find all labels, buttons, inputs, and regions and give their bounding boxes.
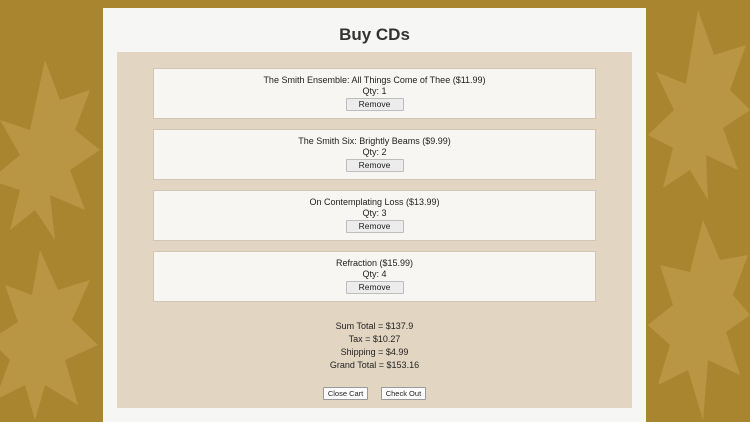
remove-button[interactable]: Remove (345, 281, 404, 294)
cart-item-qty: Qty: 4 (362, 269, 387, 279)
check-out-button[interactable]: Check Out (380, 387, 427, 400)
cart-item-name: The Smith Ensemble: All Things Come of T… (263, 75, 486, 85)
background-leaf-left-icon (0, 60, 100, 420)
grand-total: Grand Total = $153.16 (329, 360, 420, 370)
cart-item: The Smith Six: Brightly Beams ($9.99) Qt… (153, 129, 596, 180)
page-title: Buy CDs (339, 25, 410, 44)
cart-item-name: On Contemplating Loss ($13.99) (309, 197, 440, 207)
cart-item-qty: Qty: 3 (362, 208, 387, 218)
cart-item-name: Refraction ($15.99) (335, 258, 414, 268)
background-leaf-right-icon (648, 10, 750, 420)
remove-button[interactable]: Remove (345, 220, 404, 233)
cart-item-qty: Qty: 1 (362, 86, 387, 96)
totals-summary: Sum Total = $137.9 Tax = $10.27 Shipping… (117, 320, 632, 372)
cart-actions: Close Cart Check Out (117, 383, 632, 401)
tax-total: Tax = $10.27 (348, 334, 401, 344)
cart-item: The Smith Ensemble: All Things Come of T… (153, 68, 596, 119)
cart-item-name: The Smith Six: Brightly Beams ($9.99) (298, 136, 451, 146)
cart-item: Refraction ($15.99) Qty: 4 Remove (153, 251, 596, 302)
cart-item: On Contemplating Loss ($13.99) Qty: 3 Re… (153, 190, 596, 241)
shipping-total: Shipping = $4.99 (340, 347, 409, 357)
remove-button[interactable]: Remove (345, 159, 404, 172)
cart-item-qty: Qty: 2 (362, 147, 387, 157)
cart-area: The Smith Ensemble: All Things Come of T… (117, 52, 632, 408)
sum-total: Sum Total = $137.9 (335, 321, 414, 331)
remove-button[interactable]: Remove (345, 98, 404, 111)
close-cart-button[interactable]: Close Cart (322, 387, 369, 400)
checkout-panel: Buy CDs The Smith Ensemble: All Things C… (103, 8, 646, 422)
